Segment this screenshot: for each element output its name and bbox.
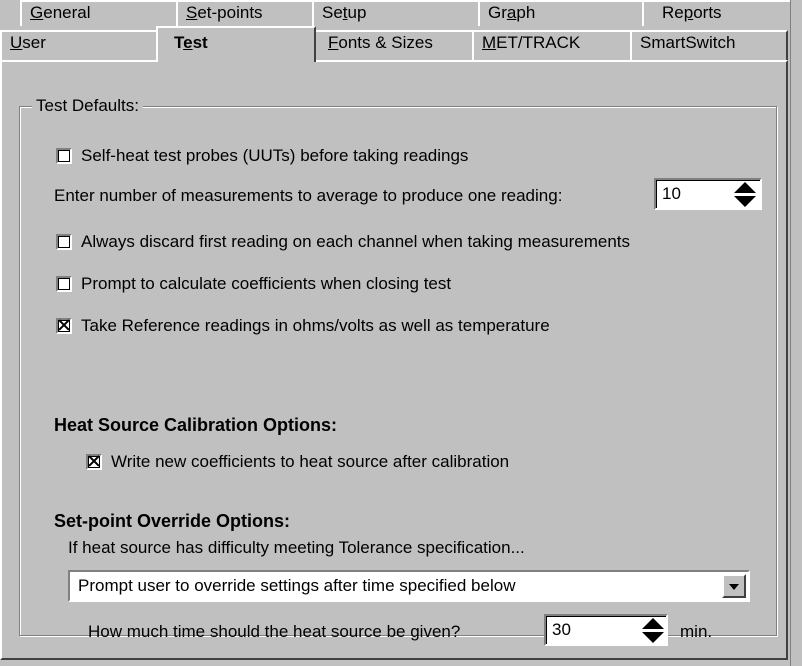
tab-setup[interactable]: Setup [312,0,480,26]
self-heat-option[interactable]: Self-heat test probes (UUTs) before taki… [56,146,468,166]
tab-label-post: st [192,33,208,52]
test-defaults-label: Test Defaults: [32,96,143,116]
tab-label-pre: Gr [488,3,507,22]
tab-label-post: ph [516,3,536,22]
tab-label-mnemonic: U [10,33,23,52]
tab-label-pre: T [174,33,184,52]
write-coeff-checkbox[interactable] [86,454,102,470]
tab-met-track[interactable]: MET/TRACK [472,30,632,60]
tab-label-post: up [347,3,367,22]
self-heat-label: Self-heat test probes (UUTs) before taki… [81,146,469,165]
time-value: 30 [552,620,571,639]
tab-general[interactable]: General [20,0,178,26]
tab-label-post: onts & Sizes [338,33,433,52]
prompt-coeff-checkbox[interactable] [56,276,72,292]
tab-label-pre: Re [662,3,684,22]
discard-first-option[interactable]: Always discard first reading on each cha… [56,232,630,252]
write-coeff-option[interactable]: Write new coefficients to heat source af… [86,452,509,472]
tab-label-post: orts [693,3,722,22]
spin-arrows-icon[interactable] [730,179,760,209]
heat-source-heading: Heat Source Calibration Options: [54,415,338,435]
chevron-down-icon[interactable] [722,574,746,598]
time-label: How much time should the heat source be … [88,622,461,641]
discard-first-checkbox[interactable] [56,234,72,250]
tab-fonts-sizes[interactable]: Fonts & Sizes [314,30,474,60]
tab-label-post: ET/TRACK [496,33,581,52]
take-reference-option[interactable]: Take Reference readings in ohms/volts as… [56,316,550,336]
tab-label-post: ser [22,33,46,52]
prompt-coeff-label: Prompt to calculate coefficients when cl… [81,274,452,293]
tab-label-mnemonic: p [683,3,694,22]
prompt-coeff-option[interactable]: Prompt to calculate coefficients when cl… [56,274,451,294]
tab-smartswitch[interactable]: SmartSwitch [630,30,788,60]
tab-label-mnemonic: G [30,3,44,22]
tab-label-mnemonic: a [506,3,517,22]
setpoint-description: If heat source has difficulty meeting To… [68,538,525,557]
tab-label-pre: Se [322,3,343,22]
setpoint-override-heading: Set-point Override Options: [54,511,291,531]
tab-label-mnemonic: F [328,33,339,52]
average-count-value: 10 [662,184,681,203]
write-coeff-label: Write new coefficients to heat source af… [111,452,510,471]
tab-label-post: eneral [43,3,91,22]
tab-user[interactable]: User [0,30,158,60]
override-mode-value: Prompt user to override settings after t… [78,576,516,595]
tab-label-mnemonic: e [183,33,193,52]
average-label: Enter number of measurements to average … [54,186,563,205]
tab-graph[interactable]: Graph [478,0,644,26]
self-heat-checkbox[interactable] [56,148,72,164]
take-reference-checkbox[interactable] [56,318,72,334]
tab-reports[interactable]: Reports [642,0,792,26]
tab-label-mnemonic: M [482,33,497,52]
tab-label-mnemonic: S [186,3,198,22]
spin-arrows-icon[interactable] [638,615,668,645]
time-unit: min. [680,622,713,641]
take-reference-label: Take Reference readings in ohms/volts as… [81,316,550,335]
override-mode-select[interactable]: Prompt user to override settings after t… [68,570,750,602]
tab-set-points[interactable]: Set-points [176,0,314,26]
tab-label-pre: SmartSwitch [640,33,736,52]
window-edge [790,0,802,666]
tab-test[interactable]: Test [156,26,316,62]
discard-first-label: Always discard first reading on each cha… [81,232,631,251]
tab-label-post: et-points [197,3,263,22]
